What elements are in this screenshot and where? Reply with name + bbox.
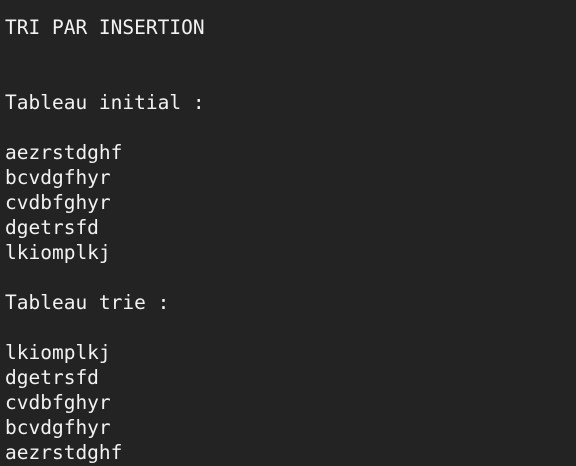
sorted-item: cvdbfghyr [5,391,111,414]
initial-item: cvdbfghyr [5,191,111,214]
terminal-output: TRI PAR INSERTION Tableau initial : aezr… [5,15,205,465]
sorted-item: bcvdgfhyr [5,416,111,439]
initial-item: lkiomplkj [5,241,111,264]
sorted-item: dgetrsfd [5,366,99,389]
program-title: TRI PAR INSERTION [5,16,205,39]
initial-heading: Tableau initial : [5,91,205,114]
initial-item: dgetrsfd [5,216,99,239]
initial-item: aezrstdghf [5,141,123,164]
initial-item: bcvdgfhyr [5,166,111,189]
sorted-item: aezrstdghf [5,441,123,464]
sorted-heading: Tableau trie : [5,291,170,314]
sorted-item: lkiomplkj [5,341,111,364]
